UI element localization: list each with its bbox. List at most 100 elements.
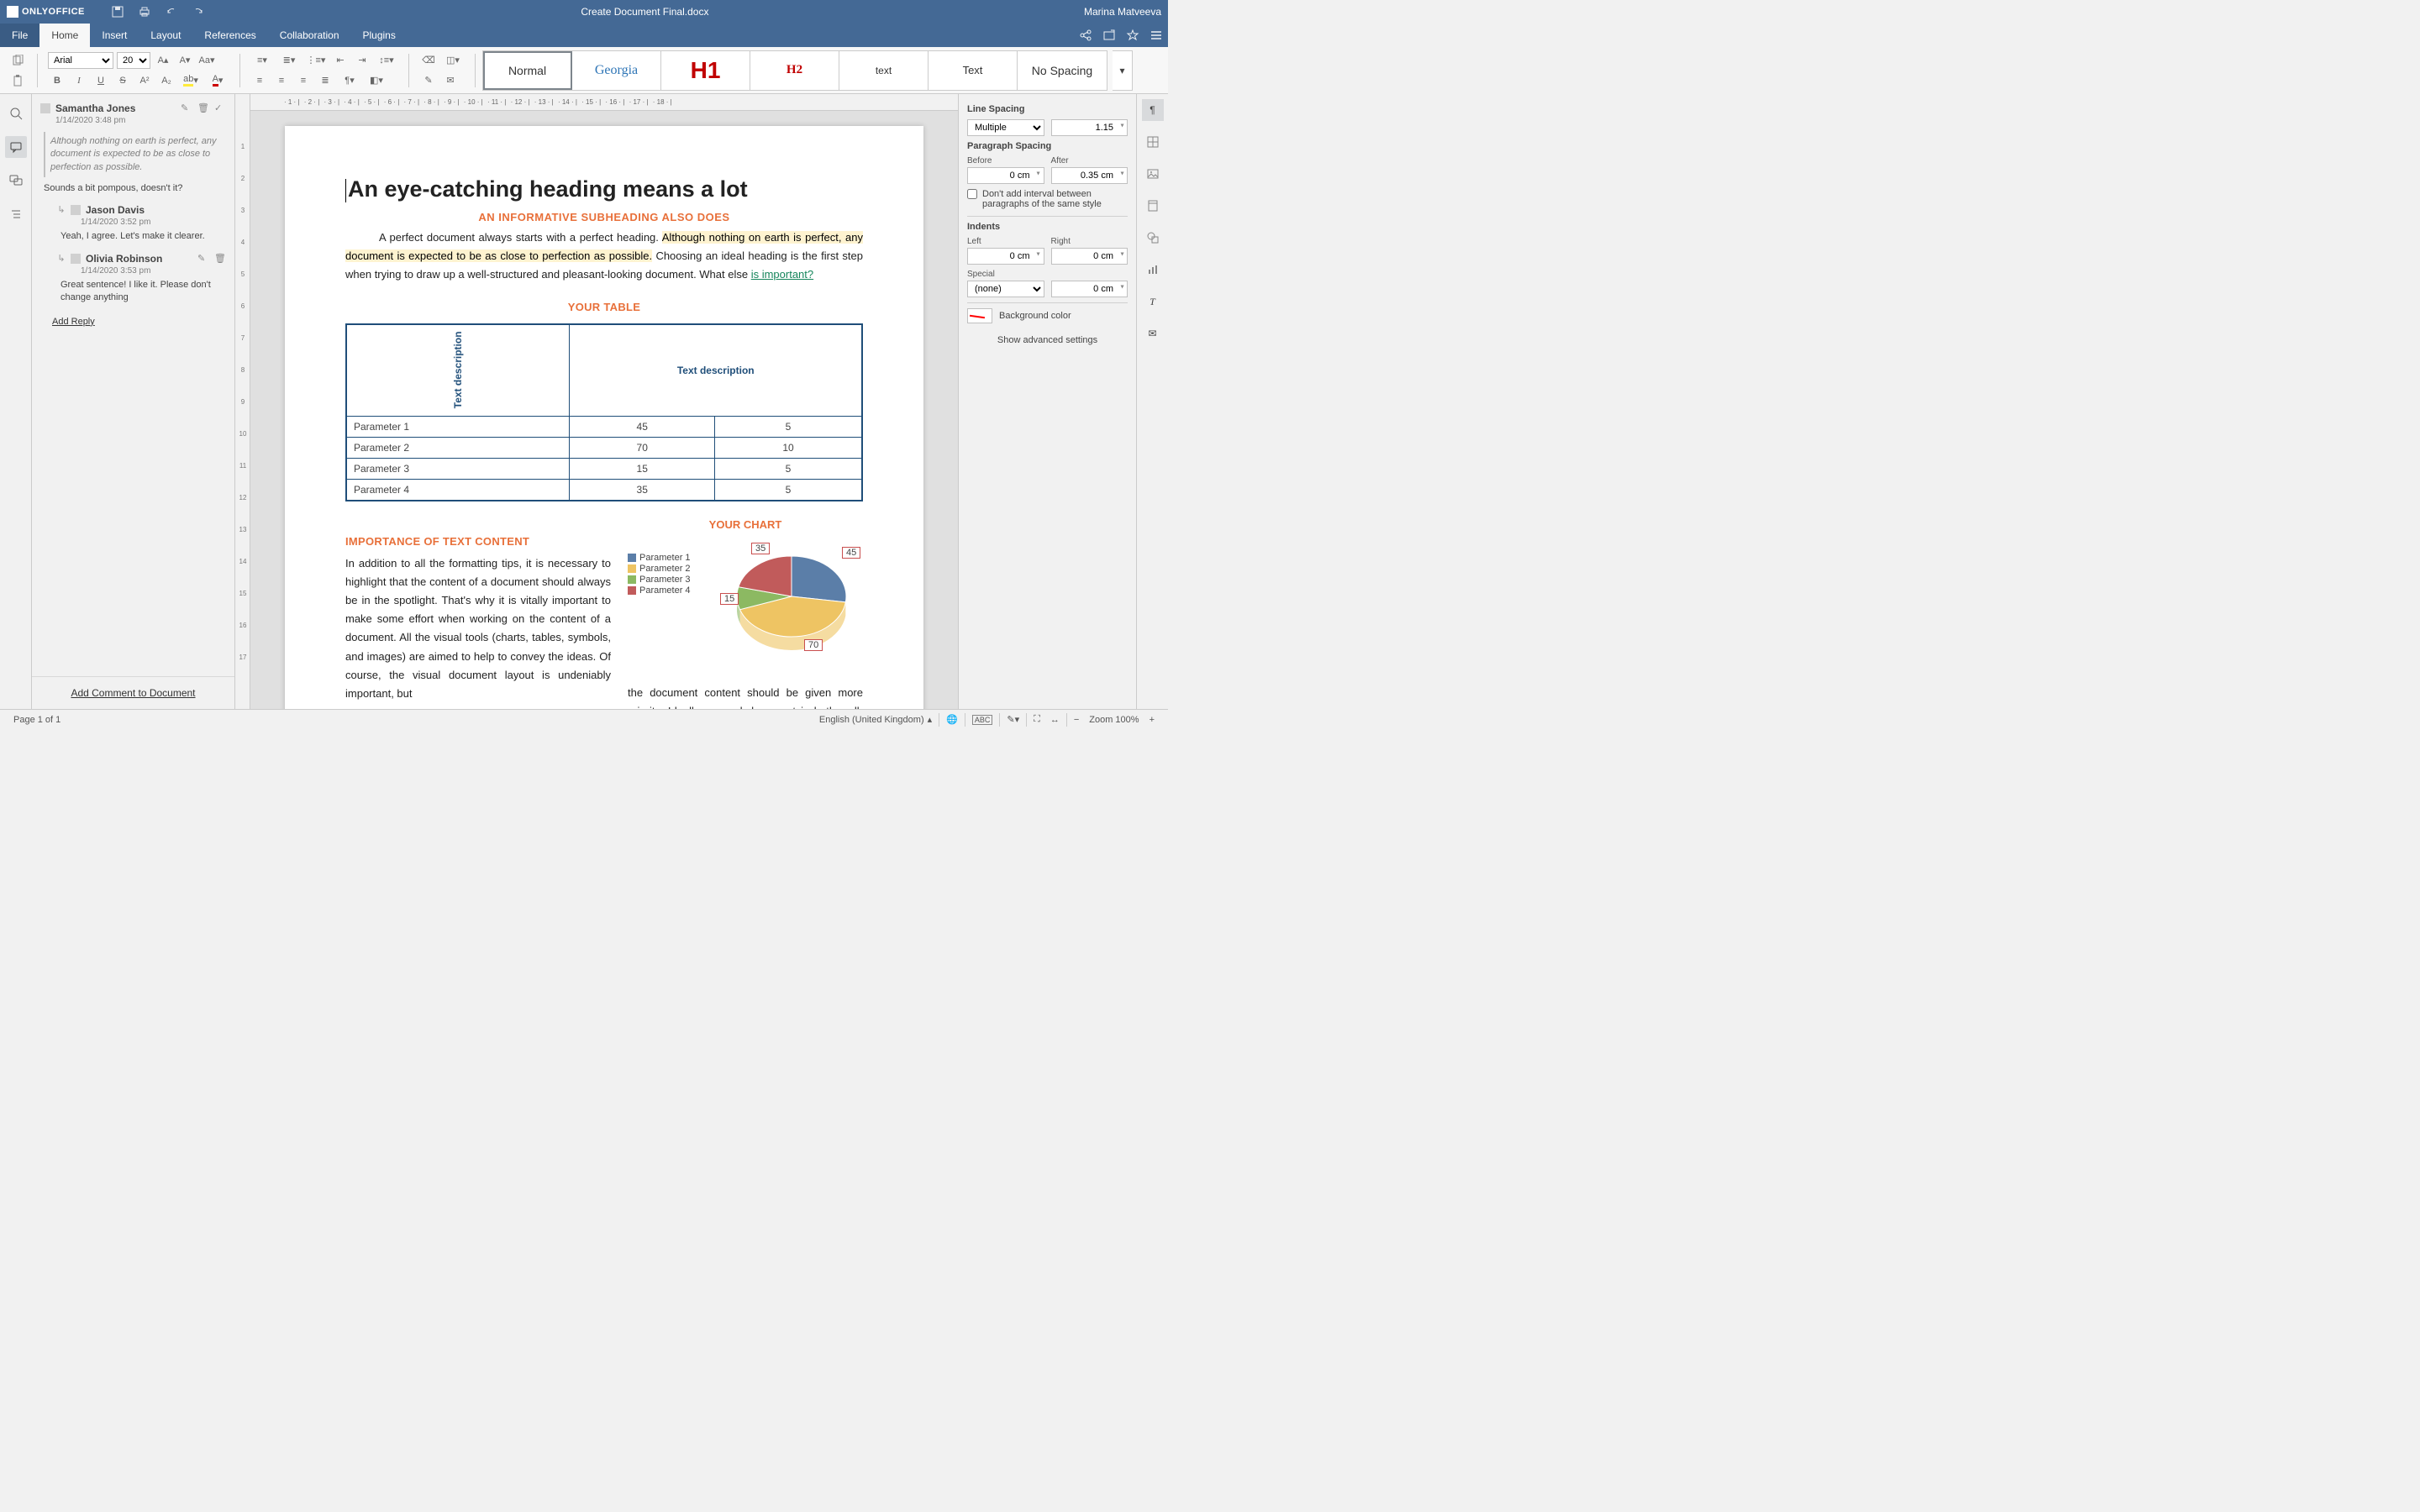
special-indent-select[interactable]: (none) bbox=[967, 281, 1044, 297]
document-heading[interactable]: An eye-catching heading means a lot bbox=[345, 176, 863, 202]
table-col-header[interactable]: Text description bbox=[570, 324, 862, 416]
header-footer-icon[interactable] bbox=[1142, 195, 1164, 217]
importance-title[interactable]: IMPORTANCE OF TEXT CONTENT bbox=[345, 535, 611, 548]
edit-comment-icon[interactable]: ✎ bbox=[181, 102, 192, 114]
spellcheck-icon[interactable]: ABC bbox=[967, 715, 998, 725]
style-item-georgia[interactable]: Georgia bbox=[572, 51, 661, 90]
increase-indent-button[interactable]: ⇥ bbox=[353, 52, 371, 69]
track-changes-icon[interactable]: ✎▾ bbox=[1002, 714, 1024, 725]
chat-icon[interactable] bbox=[5, 170, 27, 192]
decrease-indent-button[interactable]: ⇤ bbox=[331, 52, 350, 69]
edit-reply-icon[interactable]: ✎ bbox=[197, 253, 209, 265]
document-link[interactable]: is important? bbox=[751, 268, 813, 281]
tab-layout[interactable]: Layout bbox=[139, 24, 192, 47]
save-icon[interactable] bbox=[110, 4, 125, 19]
background-color-swatch[interactable] bbox=[967, 308, 992, 323]
delete-reply-icon[interactable]: 🗑 bbox=[214, 253, 226, 265]
tab-collaboration[interactable]: Collaboration bbox=[268, 24, 351, 47]
style-format-button[interactable]: ◫▾ bbox=[441, 52, 465, 69]
table-row[interactable]: Parameter 27010 bbox=[346, 438, 862, 459]
search-icon[interactable] bbox=[5, 102, 27, 124]
numbering-button[interactable]: ≣▾ bbox=[277, 52, 301, 69]
zoom-out-button[interactable]: − bbox=[1069, 715, 1084, 725]
zoom-level[interactable]: Zoom 100% bbox=[1084, 715, 1144, 725]
delete-comment-icon[interactable]: 🗑 bbox=[197, 102, 209, 114]
resolve-comment-icon[interactable]: ✓ bbox=[214, 102, 226, 114]
add-reply-link[interactable]: Add Reply bbox=[52, 317, 95, 327]
bullets-button[interactable]: ≡▾ bbox=[250, 52, 274, 69]
underline-button[interactable]: U bbox=[92, 72, 110, 89]
shading-button[interactable]: ◧▾ bbox=[365, 72, 388, 89]
align-left-button[interactable]: ≡ bbox=[250, 72, 269, 89]
strikethrough-button[interactable]: S bbox=[113, 72, 132, 89]
superscript-button[interactable]: A² bbox=[135, 72, 154, 89]
tab-plugins[interactable]: Plugins bbox=[351, 24, 408, 47]
font-size-select[interactable]: 20 bbox=[117, 52, 150, 69]
language-selector[interactable]: English (United Kingdom) ▴ bbox=[814, 714, 937, 725]
importance-text-right[interactable]: the document content should be given mor… bbox=[628, 684, 863, 709]
align-justify-button[interactable]: ≣ bbox=[316, 72, 334, 89]
special-indent-input[interactable] bbox=[1051, 281, 1128, 297]
star-icon[interactable] bbox=[1121, 24, 1144, 47]
indent-right-input[interactable] bbox=[1051, 248, 1128, 265]
shrink-font-icon[interactable]: A▾ bbox=[176, 52, 194, 69]
zoom-in-button[interactable]: + bbox=[1144, 715, 1160, 725]
style-item-h1[interactable]: H1 bbox=[661, 51, 750, 90]
italic-button[interactable]: I bbox=[70, 72, 88, 89]
navigation-icon[interactable] bbox=[5, 203, 27, 225]
tab-insert[interactable]: Insert bbox=[90, 24, 139, 47]
line-spacing-type-select[interactable]: Multiple bbox=[967, 119, 1044, 136]
clear-formatting-icon[interactable]: ⌫ bbox=[419, 52, 438, 69]
indent-left-input[interactable] bbox=[967, 248, 1044, 265]
tab-references[interactable]: References bbox=[192, 24, 267, 47]
change-case-icon[interactable]: Aa▾ bbox=[197, 52, 216, 69]
pie-chart[interactable]: Parameter 1Parameter 2Parameter 3Paramet… bbox=[628, 534, 863, 677]
table-row[interactable]: Parameter 1455 bbox=[346, 417, 862, 438]
set-language-icon[interactable]: 🌐 bbox=[941, 714, 963, 725]
table-section-title[interactable]: YOUR TABLE bbox=[345, 301, 863, 313]
subscript-button[interactable]: A₂ bbox=[157, 72, 176, 89]
align-center-button[interactable]: ≡ bbox=[272, 72, 291, 89]
align-right-button[interactable]: ≡ bbox=[294, 72, 313, 89]
chart-title[interactable]: YOUR CHART bbox=[628, 518, 863, 531]
font-name-select[interactable]: Arial bbox=[48, 52, 113, 69]
undo-icon[interactable] bbox=[164, 4, 179, 19]
username[interactable]: Marina Matveeva bbox=[1084, 6, 1161, 18]
style-item-h2[interactable]: H2 bbox=[750, 51, 839, 90]
shape-settings-icon[interactable] bbox=[1142, 227, 1164, 249]
comments-icon[interactable] bbox=[5, 136, 27, 158]
table-row-header[interactable]: Text description bbox=[346, 324, 570, 416]
line-spacing-button[interactable]: ↕≡▾ bbox=[375, 52, 398, 69]
fit-width-icon[interactable]: ↔ bbox=[1045, 715, 1065, 725]
paragraph-settings-icon[interactable]: ¶ bbox=[1142, 99, 1164, 121]
mail-merge-icon[interactable]: ✉ bbox=[441, 72, 460, 89]
style-gallery-dropdown[interactable]: ▾ bbox=[1113, 50, 1133, 91]
paste-icon[interactable] bbox=[8, 72, 27, 89]
table-settings-icon[interactable] bbox=[1142, 131, 1164, 153]
document-area[interactable]: · 1 · | · 2 · | · 3 · | · 4 · | · 5 · | … bbox=[250, 94, 958, 709]
importance-text-left[interactable]: In addition to all the formatting tips, … bbox=[345, 554, 611, 703]
multilevel-list-button[interactable]: ⋮≡▾ bbox=[304, 52, 328, 69]
style-item-text[interactable]: Text bbox=[929, 51, 1018, 90]
font-color-button[interactable]: A▾ bbox=[206, 72, 229, 89]
no-interval-checkbox[interactable]: Don't add interval between paragraphs of… bbox=[967, 189, 1128, 209]
style-item-text[interactable]: text bbox=[839, 51, 929, 90]
add-comment-link[interactable]: Add Comment to Document bbox=[71, 687, 195, 699]
document-paragraph-1[interactable]: A perfect document always starts with a … bbox=[345, 228, 863, 284]
paragraph-marks-button[interactable]: ¶▾ bbox=[338, 72, 361, 89]
chart-settings-icon[interactable] bbox=[1142, 259, 1164, 281]
document-subheading[interactable]: AN INFORMATIVE SUBHEADING ALSO DOES bbox=[345, 211, 863, 223]
print-icon[interactable] bbox=[137, 4, 152, 19]
grow-font-icon[interactable]: A▴ bbox=[154, 52, 172, 69]
spacing-after-input[interactable] bbox=[1051, 167, 1128, 184]
tab-file[interactable]: File bbox=[0, 24, 39, 47]
table-row[interactable]: Parameter 3155 bbox=[346, 459, 862, 480]
redo-icon[interactable] bbox=[191, 4, 206, 19]
image-settings-icon[interactable] bbox=[1142, 163, 1164, 185]
textart-settings-icon[interactable]: T bbox=[1142, 291, 1164, 312]
style-item-no-spacing[interactable]: No Spacing bbox=[1018, 51, 1107, 90]
highlight-color-button[interactable]: ab▾ bbox=[179, 72, 203, 89]
fit-page-icon[interactable]: ⛶ bbox=[1028, 714, 1045, 725]
spacing-before-input[interactable] bbox=[967, 167, 1044, 184]
show-advanced-settings-link[interactable]: Show advanced settings bbox=[967, 335, 1128, 345]
